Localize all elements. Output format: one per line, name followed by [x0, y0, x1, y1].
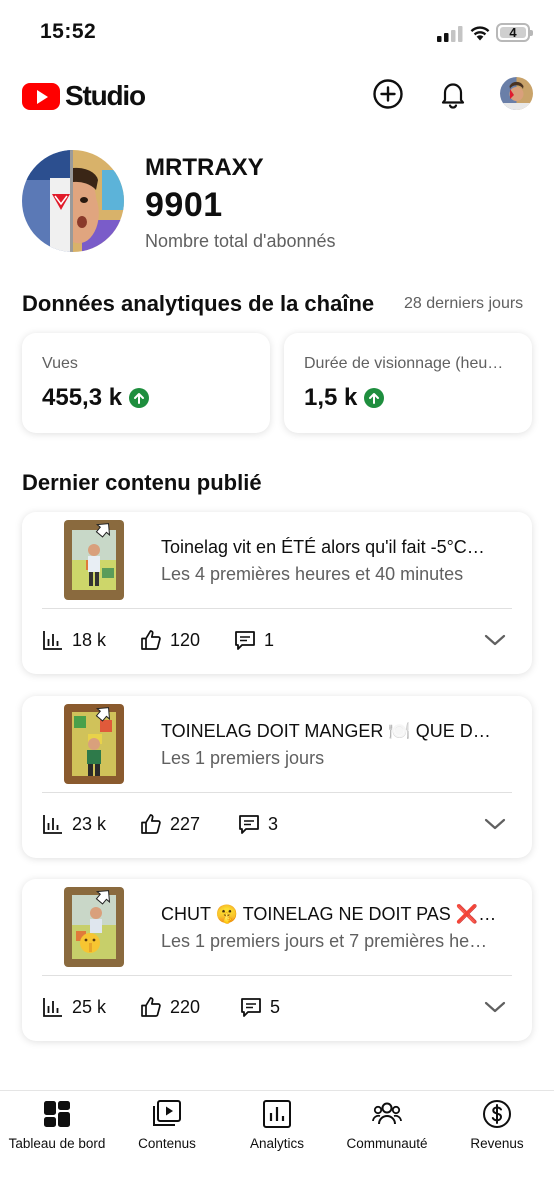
views-count: 23 k — [72, 813, 107, 834]
community-icon — [372, 1102, 402, 1125]
video-thumbnail[interactable] — [64, 520, 124, 600]
battery-level: 4 — [500, 25, 526, 40]
video-comments: 5 — [240, 996, 280, 1018]
video-thumbnail[interactable] — [64, 887, 124, 967]
bottom-navigation: Tableau de bord Contenus Analytics Commu… — [0, 1090, 554, 1200]
app-header: Studio — [0, 70, 554, 120]
comments-count: 1 — [264, 629, 275, 650]
logo-text: Studio — [65, 80, 146, 111]
video-timeframe: Les 1 premiers jours et 7 premières he… — [161, 931, 488, 951]
stat-label: Durée de visionnage (heu… — [304, 355, 504, 372]
comments-count: 3 — [268, 813, 279, 834]
views-card[interactable]: Vues 455,3 k — [22, 333, 270, 433]
stat-value-row: 1,5 k — [304, 384, 385, 412]
views-count: 18 k — [72, 629, 107, 650]
latest-content-heading: Dernier contenu publié — [22, 470, 262, 495]
dashboard-icon — [44, 1101, 70, 1127]
thumbnail-image — [64, 704, 124, 784]
revenue-icon — [483, 1100, 511, 1128]
views-chart-icon — [43, 631, 62, 650]
stat-value: 455,3 k — [42, 384, 123, 411]
video-title: TOINELAG DOIT MANGER 🍽️ QUE D… — [161, 721, 491, 741]
channel-avatar — [22, 150, 124, 252]
thumbnail-image — [64, 520, 124, 600]
like-icon — [141, 814, 161, 834]
comments-count: 5 — [270, 996, 281, 1017]
channel-analytics-heading: Données analytiques de la chaîne — [22, 291, 375, 316]
nav-label: Contenus — [138, 1136, 196, 1151]
youtube-play-icon — [22, 82, 60, 110]
trend-up-icon — [364, 388, 385, 408]
stat-value: 1,5 k — [304, 384, 358, 411]
divider — [42, 975, 512, 976]
nav-label: Analytics — [249, 1136, 305, 1151]
video-card[interactable]: Toinelag vit en ÉTÉ alors qu'il fait -5°… — [22, 512, 532, 674]
analytics-period: 28 derniers jours — [404, 295, 524, 312]
video-views: 23 k — [42, 813, 106, 835]
video-card[interactable]: TOINELAG DOIT MANGER 🍽️ QUE D… Les 1 pre… — [22, 696, 532, 858]
analytics-icon — [263, 1100, 291, 1128]
nav-revenue[interactable]: Revenus — [442, 1099, 552, 1159]
video-comments: 3 — [238, 813, 278, 835]
content-icon — [153, 1100, 181, 1126]
chevron-down-icon[interactable] — [484, 816, 506, 832]
video-title: CHUT 🤫 TOINELAG NE DOIT PAS ❌… — [161, 904, 497, 924]
nav-label: Revenus — [470, 1136, 524, 1151]
views-chart-icon — [43, 998, 62, 1017]
subscriber-count-label: Nombre total d'abonnés — [145, 231, 336, 251]
video-title: Toinelag vit en ÉTÉ alors qu'il fait -5°… — [161, 537, 485, 557]
video-views: 18 k — [42, 629, 106, 651]
comment-icon — [239, 815, 259, 834]
video-likes: 220 — [140, 996, 200, 1018]
video-thumbnail[interactable] — [64, 704, 124, 784]
likes-count: 120 — [170, 629, 201, 650]
wifi-icon — [470, 26, 490, 41]
nav-community[interactable]: Communauté — [332, 1099, 442, 1159]
cellular-signal-icon — [437, 26, 463, 42]
divider — [42, 608, 512, 609]
nav-dashboard[interactable]: Tableau de bord — [2, 1099, 112, 1159]
trend-up-icon — [129, 388, 150, 408]
avatar-image — [500, 81, 533, 110]
battery-icon: 4 — [496, 23, 533, 42]
nav-content[interactable]: Contenus — [112, 1099, 222, 1159]
subscriber-count: 9901 — [145, 186, 223, 224]
views-count: 25 k — [72, 996, 107, 1017]
video-timeframe: Les 1 premiers jours — [161, 748, 325, 768]
thumbnail-image — [64, 887, 124, 967]
comment-icon — [241, 998, 261, 1017]
account-avatar[interactable] — [500, 77, 533, 110]
stat-value-row: 455,3 k — [42, 384, 150, 412]
views-chart-icon — [43, 815, 62, 834]
nav-label: Tableau de bord — [8, 1136, 106, 1151]
divider — [42, 792, 512, 793]
video-likes: 120 — [140, 629, 200, 651]
watch-time-card[interactable]: Durée de visionnage (heu… 1,5 k — [284, 333, 532, 433]
video-likes: 227 — [140, 813, 200, 835]
status-time: 15:52 — [40, 20, 97, 43]
video-card[interactable]: CHUT 🤫 TOINELAG NE DOIT PAS ❌… Les 1 pre… — [22, 879, 532, 1041]
youtube-studio-logo[interactable]: Studio — [22, 80, 146, 112]
stat-label: Vues — [42, 355, 78, 372]
video-comments: 1 — [234, 629, 274, 651]
like-icon — [141, 997, 161, 1017]
chevron-down-icon[interactable] — [484, 632, 506, 648]
nav-label: Communauté — [346, 1136, 428, 1151]
chevron-down-icon[interactable] — [484, 999, 506, 1015]
likes-count: 220 — [170, 996, 201, 1017]
video-timeframe: Les 4 premières heures et 40 minutes — [161, 564, 464, 584]
like-icon — [141, 630, 161, 650]
likes-count: 227 — [170, 813, 201, 834]
notifications-bell-icon[interactable] — [437, 78, 469, 110]
channel-avatar-image — [22, 150, 124, 252]
status-bar: 15:52 4 — [0, 0, 554, 64]
nav-analytics[interactable]: Analytics — [222, 1099, 332, 1159]
video-views: 25 k — [42, 996, 106, 1018]
comment-icon — [235, 631, 255, 650]
create-icon[interactable] — [372, 78, 404, 110]
channel-name: MRTRAXY — [145, 154, 264, 181]
